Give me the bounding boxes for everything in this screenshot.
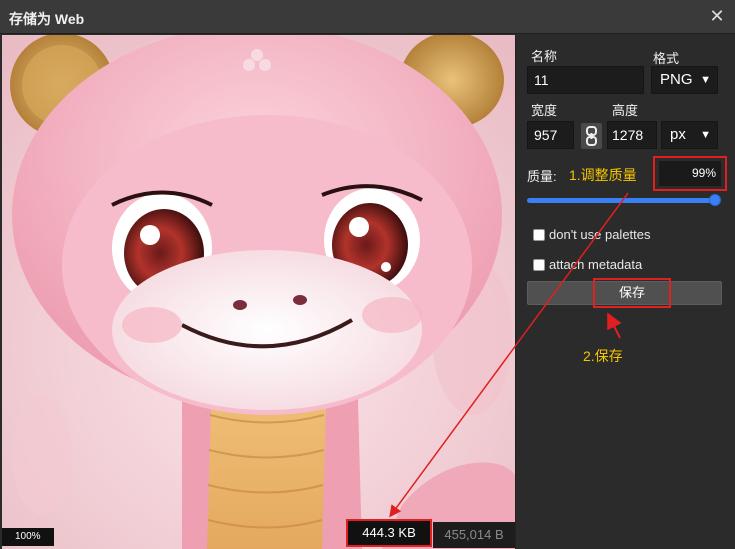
- height-label: 高度: [612, 103, 639, 118]
- quality-highlight: 99%: [653, 156, 727, 191]
- annotation-step2: 2.保存: [583, 348, 623, 364]
- quality-slider-track: [527, 198, 717, 203]
- preview-illustration: [2, 35, 515, 549]
- zoom-level: 100%: [2, 528, 54, 546]
- image-preview[interactable]: [2, 35, 515, 549]
- name-label: 名称: [531, 49, 558, 64]
- dont-use-palettes-label: don't use palettes: [549, 227, 651, 242]
- attach-metadata-label: attach metadata: [549, 257, 643, 272]
- quality-slider[interactable]: [527, 194, 722, 206]
- width-input[interactable]: 957: [527, 121, 574, 149]
- chevron-down-icon: ▼: [700, 74, 711, 86]
- format-select-value: PNG: [660, 71, 693, 88]
- name-input[interactable]: 11: [527, 66, 644, 94]
- title-bar: 存储为 Web ✕: [0, 0, 735, 34]
- dont-use-palettes-checkbox[interactable]: [533, 229, 545, 241]
- annotation-step1: 1.调整质量: [569, 167, 637, 183]
- unit-select[interactable]: px ▼: [661, 121, 718, 149]
- height-input[interactable]: 1278: [607, 121, 657, 149]
- byte-count-readout: 455,014 B: [433, 522, 515, 548]
- chevron-down-icon: ▼: [700, 129, 711, 141]
- format-label: 格式: [653, 51, 680, 66]
- attach-metadata-checkbox[interactable]: [533, 259, 545, 271]
- dialog-title: 存储为 Web: [9, 11, 85, 27]
- save-button[interactable]: 保存: [593, 278, 671, 308]
- width-label: 宽度: [531, 103, 558, 118]
- format-select[interactable]: PNG ▼: [651, 66, 718, 94]
- quality-slider-thumb[interactable]: [709, 194, 721, 206]
- quality-label: 质量:: [527, 169, 557, 184]
- unit-select-value: px: [670, 126, 686, 143]
- link-chain-icon[interactable]: [581, 123, 602, 149]
- file-size-readout: 444.3 KB: [346, 519, 432, 547]
- quality-input[interactable]: 99%: [659, 161, 721, 186]
- close-icon[interactable]: ✕: [707, 6, 727, 26]
